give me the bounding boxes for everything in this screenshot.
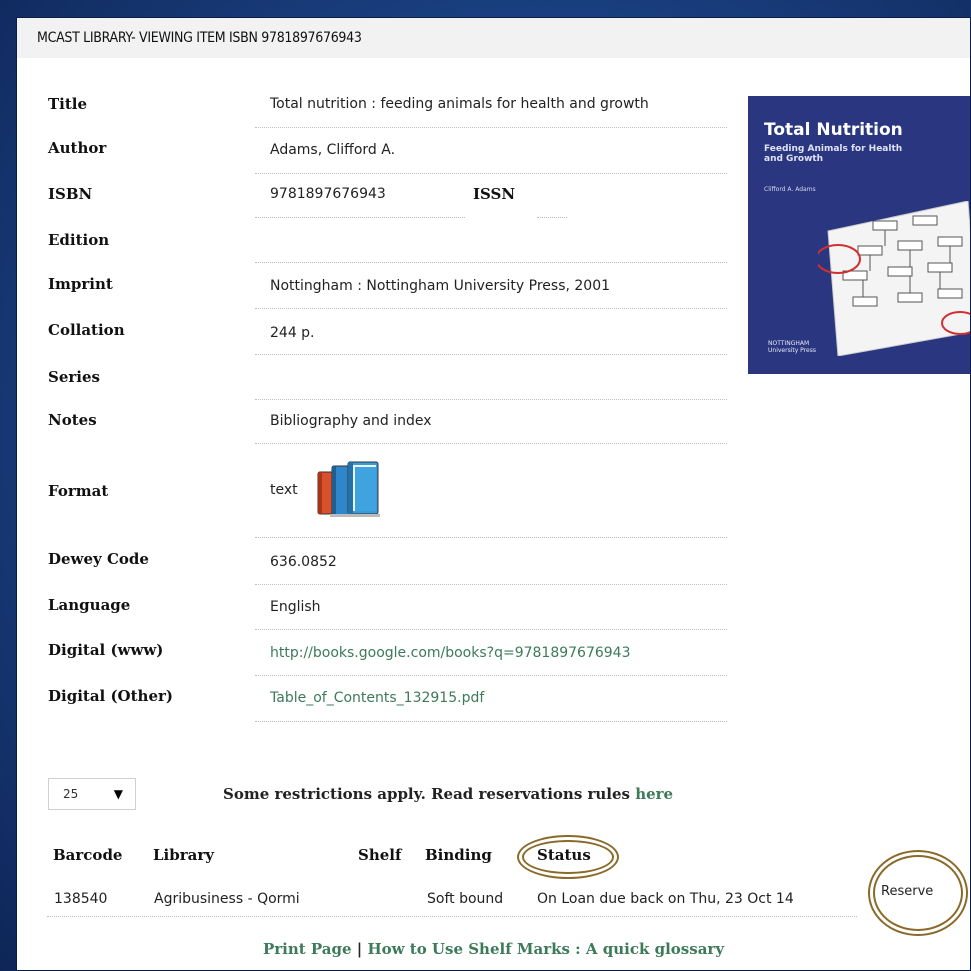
column-header-barcode[interactable]: Barcode [53, 846, 122, 864]
collation-label: Collation [48, 321, 125, 339]
collation-value: 244 p. [270, 325, 315, 341]
chevron-down-icon: ▼ [113, 787, 123, 801]
format-label: Format [48, 482, 109, 500]
digital-www-label: Digital (www) [48, 641, 164, 659]
divider [255, 584, 727, 585]
issn-label: ISSN [473, 185, 516, 203]
reserve-highlight-circle [868, 850, 968, 936]
divider [255, 354, 727, 355]
cover-publisher: NOTTINGHAM University Press [768, 340, 816, 354]
series-label: Series [48, 368, 100, 386]
cover-subtitle-line: Feeding Animals for Health [764, 144, 903, 154]
print-page-link[interactable]: Print Page [263, 940, 352, 958]
edition-label: Edition [48, 231, 110, 249]
column-header-shelf[interactable]: Shelf [358, 846, 401, 864]
divider [255, 443, 727, 444]
imprint-value: Nottingham : Nottingham University Press… [270, 278, 611, 294]
column-header-library[interactable]: Library [153, 846, 214, 864]
cover-publisher-line: University Press [768, 347, 816, 354]
digital-other-label: Digital (Other) [48, 687, 174, 705]
dewey-label: Dewey Code [48, 550, 149, 568]
format-value: text [270, 482, 298, 498]
cover-subtitle-line: and Growth [764, 154, 824, 164]
divider [255, 308, 727, 309]
footer-links: Print Page | How to Use Shelf Marks : A … [17, 940, 970, 958]
isbn-label: ISBN [48, 185, 93, 203]
shelf-marks-glossary-link[interactable]: How to Use Shelf Marks : A quick glossar… [367, 940, 724, 958]
divider [537, 217, 567, 218]
divider [255, 127, 727, 128]
results-per-page-select[interactable]: 25 ▼ [48, 778, 136, 810]
title-value: Total nutrition : feeding animals for he… [270, 96, 649, 112]
footer-separator: | [356, 940, 363, 958]
notes-value: Bibliography and index [270, 413, 432, 429]
column-header-binding[interactable]: Binding [425, 846, 492, 864]
divider [47, 916, 857, 917]
divider [255, 537, 727, 538]
restrictions-text: Some restrictions apply. Read reservatio… [223, 785, 636, 803]
holding-library-link[interactable]: Agribusiness - Qormi [154, 891, 300, 907]
digital-www-link[interactable]: http://books.google.com/books?q=97818976… [270, 645, 631, 661]
cover-flowchart-graphic [818, 201, 970, 356]
notes-label: Notes [48, 411, 97, 429]
language-value: English [270, 599, 321, 615]
select-value: 25 [63, 787, 79, 801]
books-icon [317, 461, 380, 517]
cover-subtitle: Feeding Animals for Health and Growth [764, 144, 902, 164]
divider [255, 217, 465, 218]
dewey-value: 636.0852 [270, 554, 337, 570]
isbn-value: 9781897676943 [270, 186, 386, 202]
restrictions-notice: Some restrictions apply. Read reservatio… [223, 785, 673, 803]
cover-publisher-line: NOTTINGHAM [768, 340, 810, 347]
divider [255, 173, 727, 174]
divider [255, 721, 727, 722]
cover-author: Clifford A. Adams [764, 186, 816, 193]
imprint-label: Imprint [48, 275, 113, 293]
book-cover-image: Total Nutrition Feeding Animals for Heal… [748, 96, 970, 374]
status-highlight-circle [517, 835, 619, 879]
window-title: MCAST LIBRARY- VIEWING ITEM ISBN 9781897… [17, 18, 970, 58]
holding-binding: Soft bound [427, 891, 504, 907]
holding-barcode: 138540 [54, 891, 108, 907]
divider [255, 262, 727, 263]
reservation-rules-link[interactable]: here [635, 785, 673, 803]
cover-title: Total Nutrition [764, 120, 903, 140]
author-value: Adams, Clifford A. [270, 142, 396, 158]
digital-other-link[interactable]: Table_of_Contents_132915.pdf [270, 690, 484, 706]
language-label: Language [48, 596, 131, 614]
divider [255, 629, 727, 630]
library-record-window: MCAST LIBRARY- VIEWING ITEM ISBN 9781897… [16, 17, 971, 971]
author-label: Author [48, 139, 107, 157]
divider [255, 675, 727, 676]
divider [255, 399, 727, 400]
holding-status: On Loan due back on Thu, 23 Oct 14 [537, 891, 794, 907]
title-label: Title [48, 95, 88, 113]
